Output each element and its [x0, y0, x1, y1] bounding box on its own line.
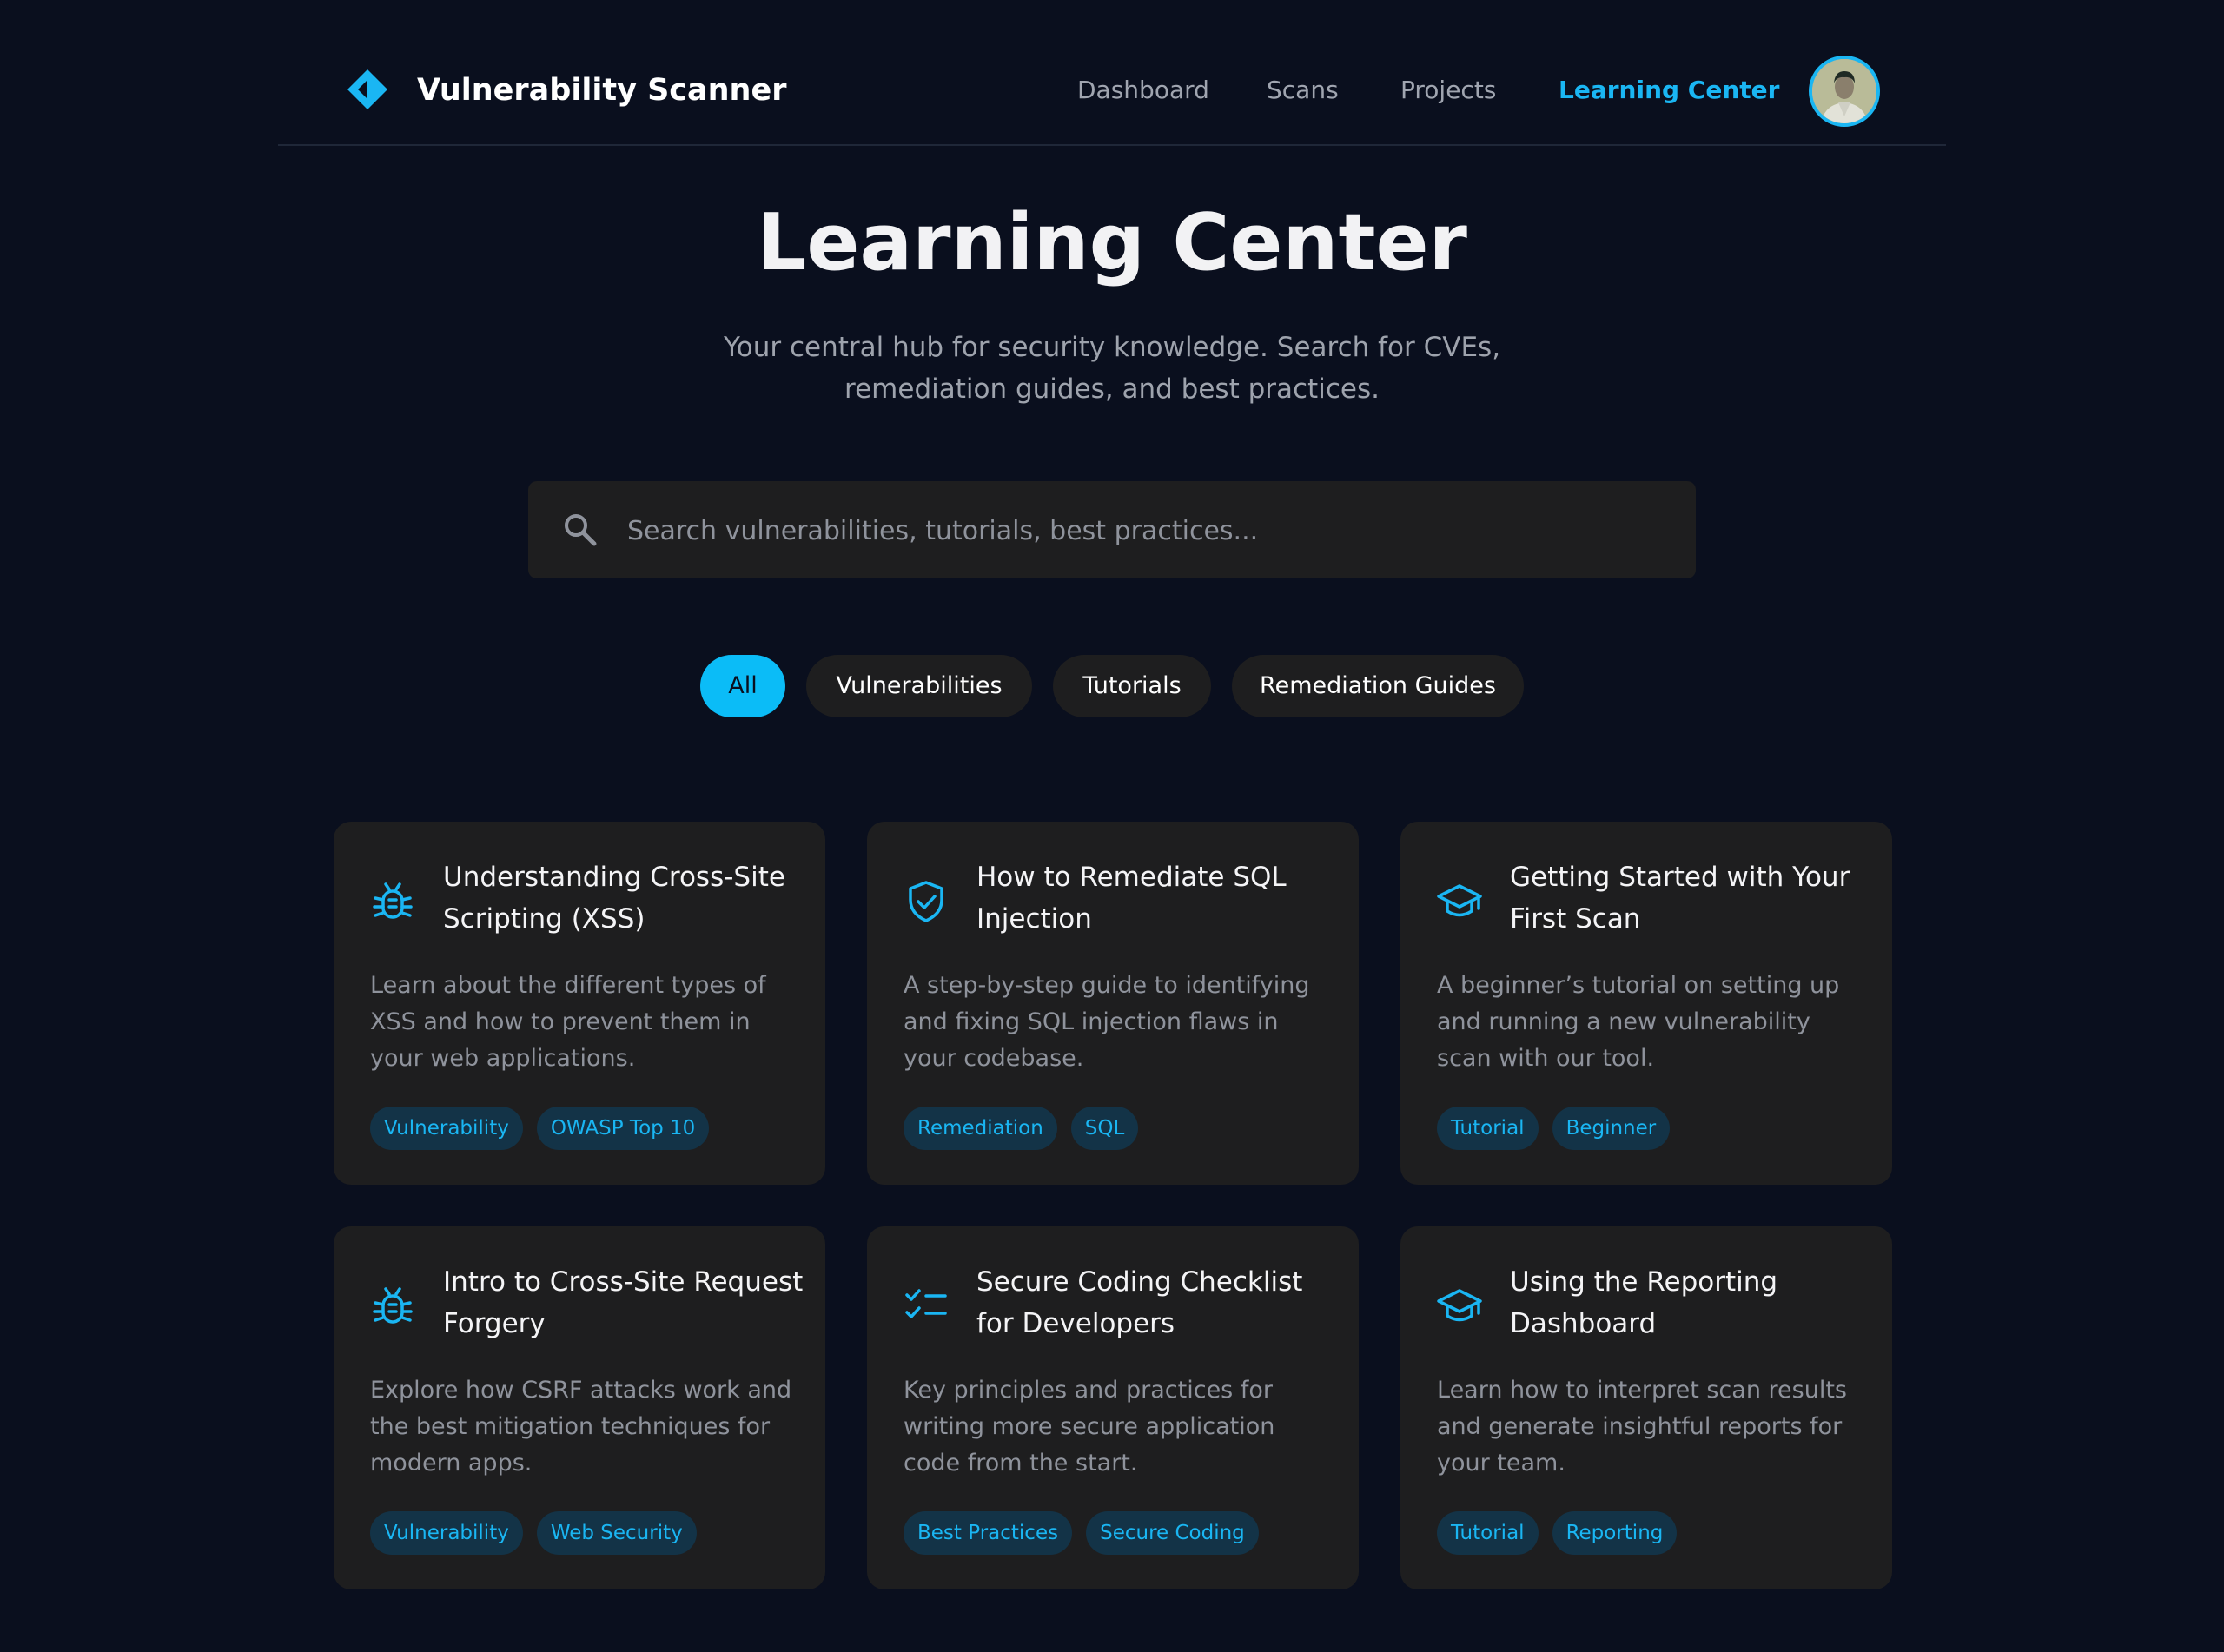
card-description: A beginner’s tutorial on setting up and …	[1437, 972, 1840, 1072]
graduation-cap-icon	[1437, 1289, 1482, 1322]
filter-all[interactable]: All	[700, 655, 785, 717]
bug-icon	[373, 1287, 413, 1324]
filter-vulnerabilities[interactable]: Vulnerabilities	[806, 655, 1032, 717]
article-card[interactable]: Getting Started with Your First Scan A b…	[1400, 822, 1892, 1185]
tag[interactable]: Vulnerability	[370, 1107, 523, 1150]
card-title[interactable]: Using the Reporting Dashboard	[1510, 1261, 1875, 1345]
nav-projects[interactable]: Projects	[1400, 73, 1496, 108]
card-title[interactable]: How to Remediate SQL Injection	[976, 856, 1341, 940]
tag[interactable]: Web Security	[536, 1511, 697, 1555]
checklist-icon	[905, 1289, 947, 1318]
tag[interactable]: Reporting	[1552, 1511, 1678, 1555]
search-icon	[565, 514, 597, 546]
tag[interactable]: Beginner	[1552, 1107, 1671, 1150]
card-tags: Best Practices Secure Coding	[904, 1511, 1273, 1555]
card-description: A step-by-step guide to identifying and …	[904, 972, 1310, 1072]
filter-tutorials[interactable]: Tutorials	[1053, 655, 1211, 717]
bug-icon	[373, 882, 413, 919]
card-tags: Vulnerability OWASP Top 10	[370, 1107, 723, 1150]
top-header: Vulnerability Scanner Dashboard Scans Pr…	[278, 0, 1946, 146]
card-tags: Tutorial Beginner	[1437, 1107, 1684, 1150]
card-tags: Remediation SQL	[904, 1107, 1152, 1150]
card-description: Key principles and practices for writing…	[904, 1377, 1275, 1477]
shield-check-icon	[909, 881, 943, 922]
article-card[interactable]: How to Remediate SQL Injection A step-by…	[867, 822, 1359, 1185]
nav-scans[interactable]: Scans	[1267, 73, 1339, 108]
brand-name[interactable]: Vulnerability Scanner	[417, 69, 786, 111]
tag[interactable]: Secure Coding	[1086, 1511, 1259, 1555]
card-description: Explore how CSRF attacks work and the be…	[370, 1377, 792, 1477]
filter-remediation-guides[interactable]: Remediation Guides	[1232, 655, 1524, 717]
user-avatar-icon	[1812, 59, 1876, 123]
page-subtitle: Your central hub for security knowledge.…	[678, 327, 1546, 410]
subtitle-line-2: remediation guides, and best practices.	[844, 373, 1380, 405]
search-input[interactable]	[626, 504, 1671, 558]
tag[interactable]: SQL	[1070, 1107, 1139, 1150]
card-title[interactable]: Understanding Cross-Site Scripting (XSS)	[443, 856, 808, 940]
search-bar[interactable]	[528, 481, 1696, 578]
diamond-logo-icon[interactable]	[346, 68, 389, 111]
tag[interactable]: OWASP Top 10	[536, 1107, 710, 1150]
nav-learning-center[interactable]: Learning Center	[1559, 73, 1779, 108]
article-card[interactable]: Using the Reporting Dashboard Learn how …	[1400, 1226, 1892, 1589]
subtitle-line-1: Your central hub for security knowledge.…	[723, 332, 1501, 363]
page-title: Learning Center	[757, 197, 1467, 288]
card-title[interactable]: Getting Started with Your First Scan	[1510, 856, 1875, 940]
card-tags: Vulnerability Web Security	[370, 1511, 711, 1555]
tag[interactable]: Tutorial	[1437, 1107, 1539, 1150]
tag[interactable]: Vulnerability	[370, 1511, 523, 1555]
card-description: Learn about the different types of XSS a…	[370, 972, 766, 1072]
tag[interactable]: Tutorial	[1437, 1511, 1539, 1555]
graduation-cap-icon	[1437, 884, 1482, 917]
card-title[interactable]: Secure Coding Checklist for Developers	[976, 1261, 1341, 1345]
card-description: Learn how to interpret scan results and …	[1437, 1377, 1847, 1477]
user-avatar[interactable]	[1809, 56, 1880, 127]
article-card[interactable]: Understanding Cross-Site Scripting (XSS)…	[334, 822, 825, 1185]
tag[interactable]: Best Practices	[904, 1511, 1073, 1555]
nav-dashboard[interactable]: Dashboard	[1077, 73, 1209, 108]
tag[interactable]: Remediation	[904, 1107, 1057, 1150]
article-card[interactable]: Intro to Cross-Site Request Forgery Expl…	[334, 1226, 825, 1589]
article-card[interactable]: Secure Coding Checklist for Developers K…	[867, 1226, 1359, 1589]
card-tags: Tutorial Reporting	[1437, 1511, 1691, 1555]
card-title[interactable]: Intro to Cross-Site Request Forgery	[443, 1261, 808, 1345]
